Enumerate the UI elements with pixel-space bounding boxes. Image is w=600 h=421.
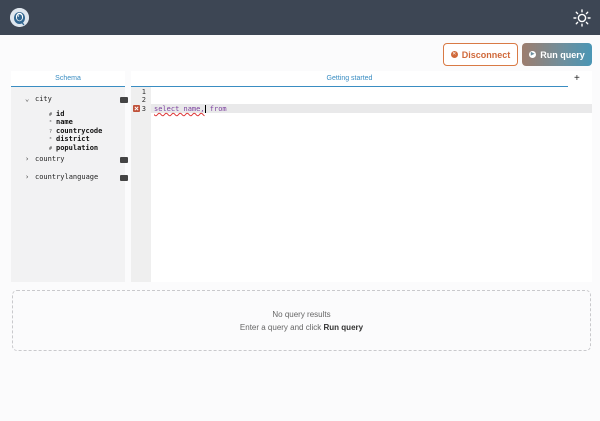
- column-type-icon: ⁰: [49, 120, 53, 126]
- column-type-icon: ⁰: [49, 137, 53, 143]
- table-name: country: [35, 155, 65, 163]
- column-name: id: [56, 110, 65, 118]
- postgres-elephant-icon: [10, 8, 29, 27]
- hint-text: Enter a query and click: [239, 323, 324, 332]
- run-query-label: Run query: [540, 49, 585, 60]
- run-query-button[interactable]: ▶ Run query: [522, 43, 592, 66]
- play-circle-icon: ▶: [529, 51, 537, 58]
- error-marker-icon[interactable]: [133, 105, 140, 112]
- column-item: ? countrycode: [49, 127, 102, 135]
- empty-results-hint: Enter a query and click Run query: [13, 323, 590, 332]
- table-item-city[interactable]: ⌄ city: [25, 95, 52, 103]
- empty-results-title: No query results: [272, 310, 331, 319]
- chevron-down-icon: ⌄: [25, 95, 30, 103]
- table-item-country[interactable]: › country: [25, 155, 65, 163]
- column-name: district: [56, 135, 90, 143]
- hint-action: Run query: [323, 323, 364, 332]
- x-circle-icon: ✕: [450, 51, 458, 58]
- top-bar: [0, 0, 600, 35]
- line-number: 3: [141, 105, 146, 113]
- column-name: name: [56, 118, 73, 126]
- add-tab-button[interactable]: +: [574, 73, 584, 84]
- column-name: countrycode: [56, 127, 103, 135]
- editor-tab-bar: Getting started +: [131, 71, 592, 87]
- disconnect-button[interactable]: ✕ Disconnect: [443, 43, 518, 66]
- chevron-right-icon: ›: [25, 173, 30, 181]
- table-name: city: [35, 95, 52, 103]
- column-type-icon: #: [49, 146, 53, 152]
- disconnect-label: Disconnect: [461, 49, 511, 60]
- table-name: countrylanguage: [35, 173, 99, 181]
- tab-getting-started[interactable]: Getting started: [131, 71, 568, 87]
- code-text: select name,: [154, 105, 205, 113]
- table-icon: [120, 175, 128, 181]
- column-item: # population: [49, 144, 98, 152]
- sun-icon[interactable]: [573, 9, 591, 27]
- column-item: ⁰ name: [49, 118, 73, 126]
- table-icon: [120, 97, 128, 103]
- table-item-countrylanguage[interactable]: › countrylanguage: [25, 173, 98, 181]
- column-item: ⁰ district: [49, 135, 90, 143]
- line-number: 2: [141, 96, 146, 104]
- tab-schema[interactable]: Schema: [11, 71, 125, 87]
- table-icon: [120, 157, 128, 163]
- sql-editor[interactable]: select name, from: [151, 87, 592, 282]
- code-text: from: [205, 105, 227, 113]
- code-line: select name, from: [154, 105, 227, 113]
- column-item: # id: [49, 110, 64, 118]
- line-number: 1: [141, 88, 146, 96]
- results-panel: No query results Enter a query and click…: [12, 290, 591, 351]
- schema-panel: Schema ⌄ city # id ⁰ name ? countrycode ⁰ dis…: [11, 71, 128, 282]
- editor-gutter: 1 2 3: [131, 87, 151, 282]
- column-name: population: [56, 144, 99, 152]
- chevron-right-icon: ›: [25, 155, 30, 163]
